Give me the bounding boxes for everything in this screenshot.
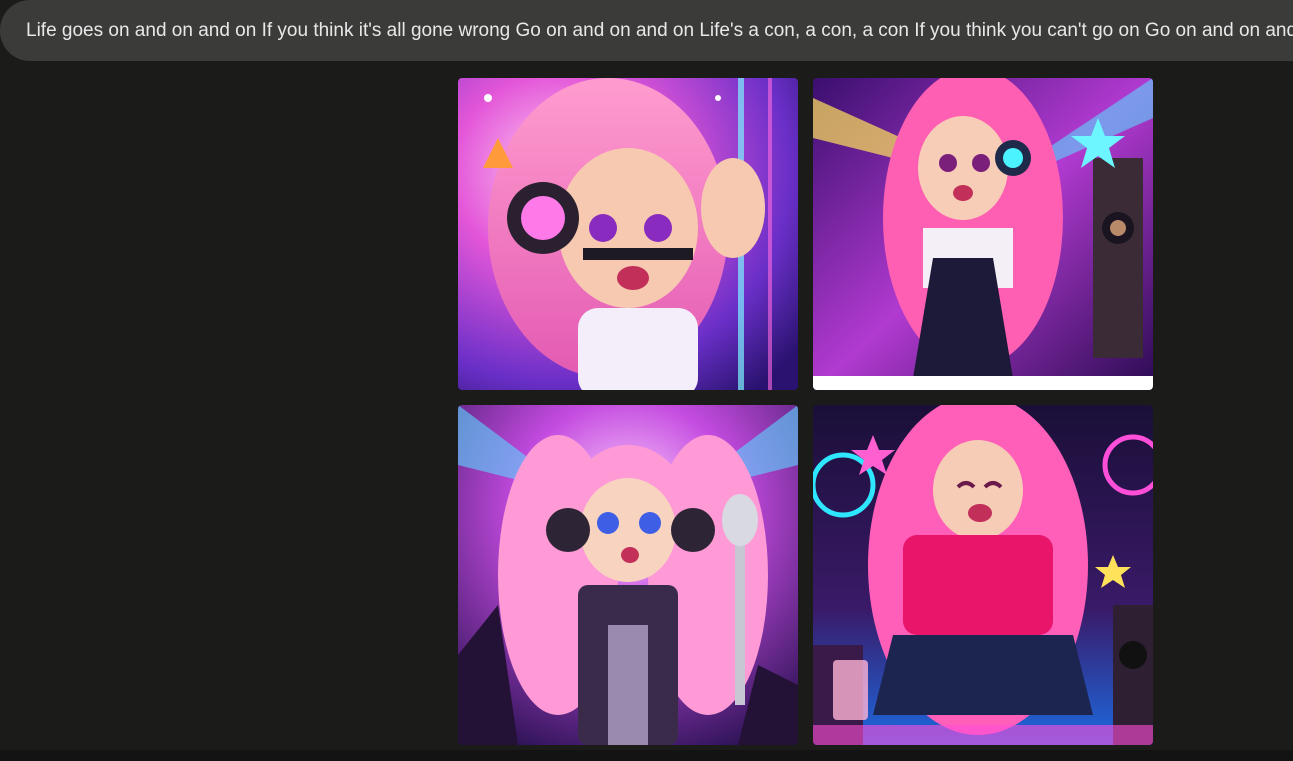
app-window: Life goes on and on and on If you think …	[0, 0, 1293, 761]
prompt-bubble: Life goes on and on and on If you think …	[0, 0, 1293, 61]
image-2-artwork	[813, 78, 1153, 390]
image-1-artwork	[458, 78, 798, 390]
generated-image-2[interactable]	[813, 78, 1153, 390]
prompt-text: Life goes on and on and on If you think …	[26, 19, 1293, 41]
bottom-edge	[0, 750, 1293, 761]
generated-image-4[interactable]	[813, 405, 1153, 745]
generated-image-3[interactable]	[458, 405, 798, 745]
image-4-artwork	[813, 405, 1153, 745]
image-grid	[458, 78, 1153, 745]
generated-image-1[interactable]	[458, 78, 798, 390]
image-3-artwork	[458, 405, 798, 745]
